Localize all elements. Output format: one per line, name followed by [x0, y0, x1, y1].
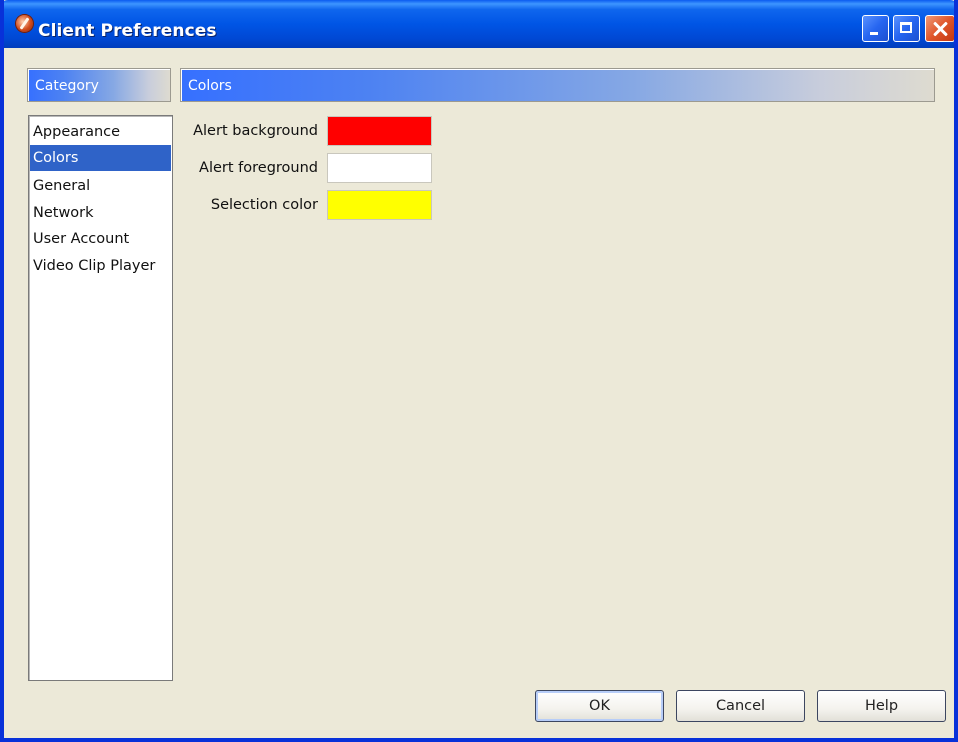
- color-row-selection-color: Selection color: [0, 190, 958, 220]
- window-title: Client Preferences: [38, 21, 217, 41]
- color-row-alert-background: Alert background: [0, 116, 958, 146]
- alert-foreground-swatch[interactable]: [327, 153, 432, 183]
- category-header: Category: [27, 68, 171, 102]
- alert-background-label: Alert background: [193, 123, 318, 139]
- maximize-button[interactable]: [893, 15, 920, 42]
- color-row-alert-foreground: Alert foreground: [0, 153, 958, 183]
- alert-background-swatch[interactable]: [327, 116, 432, 146]
- selection-color-label: Selection color: [210, 197, 318, 213]
- cancel-button[interactable]: Cancel: [676, 690, 805, 722]
- panel-header-label: Colors: [188, 78, 232, 94]
- category-header-label: Category: [35, 78, 99, 94]
- category-item-user-account[interactable]: User Account: [30, 226, 171, 252]
- help-button[interactable]: Help: [817, 690, 946, 722]
- alert-foreground-label: Alert foreground: [199, 160, 318, 176]
- minimize-button[interactable]: [862, 15, 889, 42]
- category-item-video-clip-player[interactable]: Video Clip Player: [30, 253, 171, 279]
- selection-color-swatch[interactable]: [327, 190, 432, 220]
- close-button[interactable]: [925, 15, 954, 42]
- app-logo-icon: [16, 15, 33, 32]
- panel-header: Colors: [180, 68, 935, 102]
- ok-button[interactable]: OK: [535, 690, 664, 722]
- title-bar[interactable]: Client Preferences: [4, 0, 954, 48]
